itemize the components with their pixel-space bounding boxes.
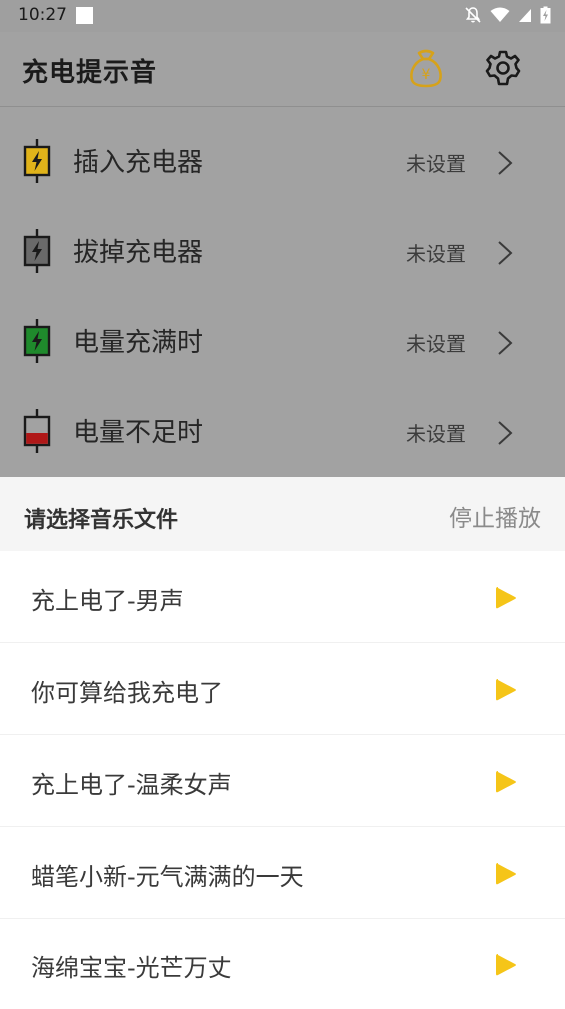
track-item[interactable]: 海绵宝宝-光芒万丈 <box>0 918 565 1009</box>
play-icon[interactable] <box>494 952 518 978</box>
track-item[interactable]: 充上电了-温柔女声 <box>0 735 565 827</box>
battery-full-icon <box>23 319 51 363</box>
battery-low-icon <box>23 409 51 453</box>
setting-row-low[interactable]: 电量不足时 未设置 <box>0 384 565 474</box>
track-item[interactable]: 你可算给我充电了 <box>0 643 565 735</box>
bell-off-icon <box>465 7 481 23</box>
sheet-title: 请选择音乐文件 <box>24 508 179 533</box>
chevron-right-icon <box>498 421 513 445</box>
track-name: 充上电了-男声 <box>31 587 184 615</box>
svg-text:¥: ¥ <box>422 67 431 83</box>
setting-row-unplug[interactable]: 拔掉充电器 未设置 <box>0 204 565 294</box>
setting-label: 插入充电器 <box>73 148 204 178</box>
app-bar: 充电提示音 ¥ <box>0 32 565 108</box>
notification-icon <box>76 7 93 24</box>
page-title: 充电提示音 <box>22 58 158 88</box>
setting-row-full[interactable]: 电量充满时 未设置 <box>0 294 565 384</box>
music-picker-sheet: 请选择音乐文件 停止播放 充上电了-男声 你可算给我充电了 充上电了-温柔女声 … <box>0 477 565 1004</box>
sheet-header: 请选择音乐文件 停止播放 <box>0 477 565 551</box>
setting-row-plug-in[interactable]: 插入充电器 未设置 <box>0 114 565 204</box>
status-icons <box>464 5 551 25</box>
play-icon[interactable] <box>494 769 518 795</box>
battery-unplug-icon <box>23 229 51 273</box>
gear-icon[interactable] <box>485 50 521 86</box>
setting-value: 未设置 <box>406 422 466 446</box>
track-item[interactable]: 充上电了-男声 <box>0 551 565 643</box>
chevron-right-icon <box>498 241 513 265</box>
track-item[interactable]: 蜡笔小新-元气满满的一天 <box>0 827 565 919</box>
wifi-icon <box>490 7 510 22</box>
setting-value: 未设置 <box>406 242 466 266</box>
settings-list: 插入充电器 未设置 拔掉充电器 未设置 电量充满时 未设置 电量不足时 未设置 <box>0 107 565 477</box>
battery-plug-in-icon <box>23 139 51 183</box>
money-bag-icon[interactable]: ¥ <box>408 48 444 88</box>
play-icon[interactable] <box>494 861 518 887</box>
play-icon[interactable] <box>494 677 518 703</box>
chevron-right-icon <box>498 151 513 175</box>
track-name: 蜡笔小新-元气满满的一天 <box>31 863 304 891</box>
setting-label: 电量不足时 <box>73 418 204 448</box>
setting-label: 拔掉充电器 <box>73 238 204 268</box>
stop-playback-button[interactable]: 停止播放 <box>449 499 541 533</box>
setting-label: 电量充满时 <box>73 328 204 358</box>
signal-icon <box>519 9 531 22</box>
setting-value: 未设置 <box>406 152 466 176</box>
track-name: 海绵宝宝-光芒万丈 <box>31 954 232 982</box>
play-icon[interactable] <box>494 585 518 611</box>
status-time: 10:27 <box>18 5 67 25</box>
status-bar: 10:27 <box>0 0 565 32</box>
chevron-right-icon <box>498 331 513 355</box>
setting-value: 未设置 <box>406 332 466 356</box>
battery-status-icon <box>540 6 551 24</box>
track-name: 充上电了-温柔女声 <box>31 771 232 799</box>
track-name: 你可算给我充电了 <box>31 679 223 707</box>
